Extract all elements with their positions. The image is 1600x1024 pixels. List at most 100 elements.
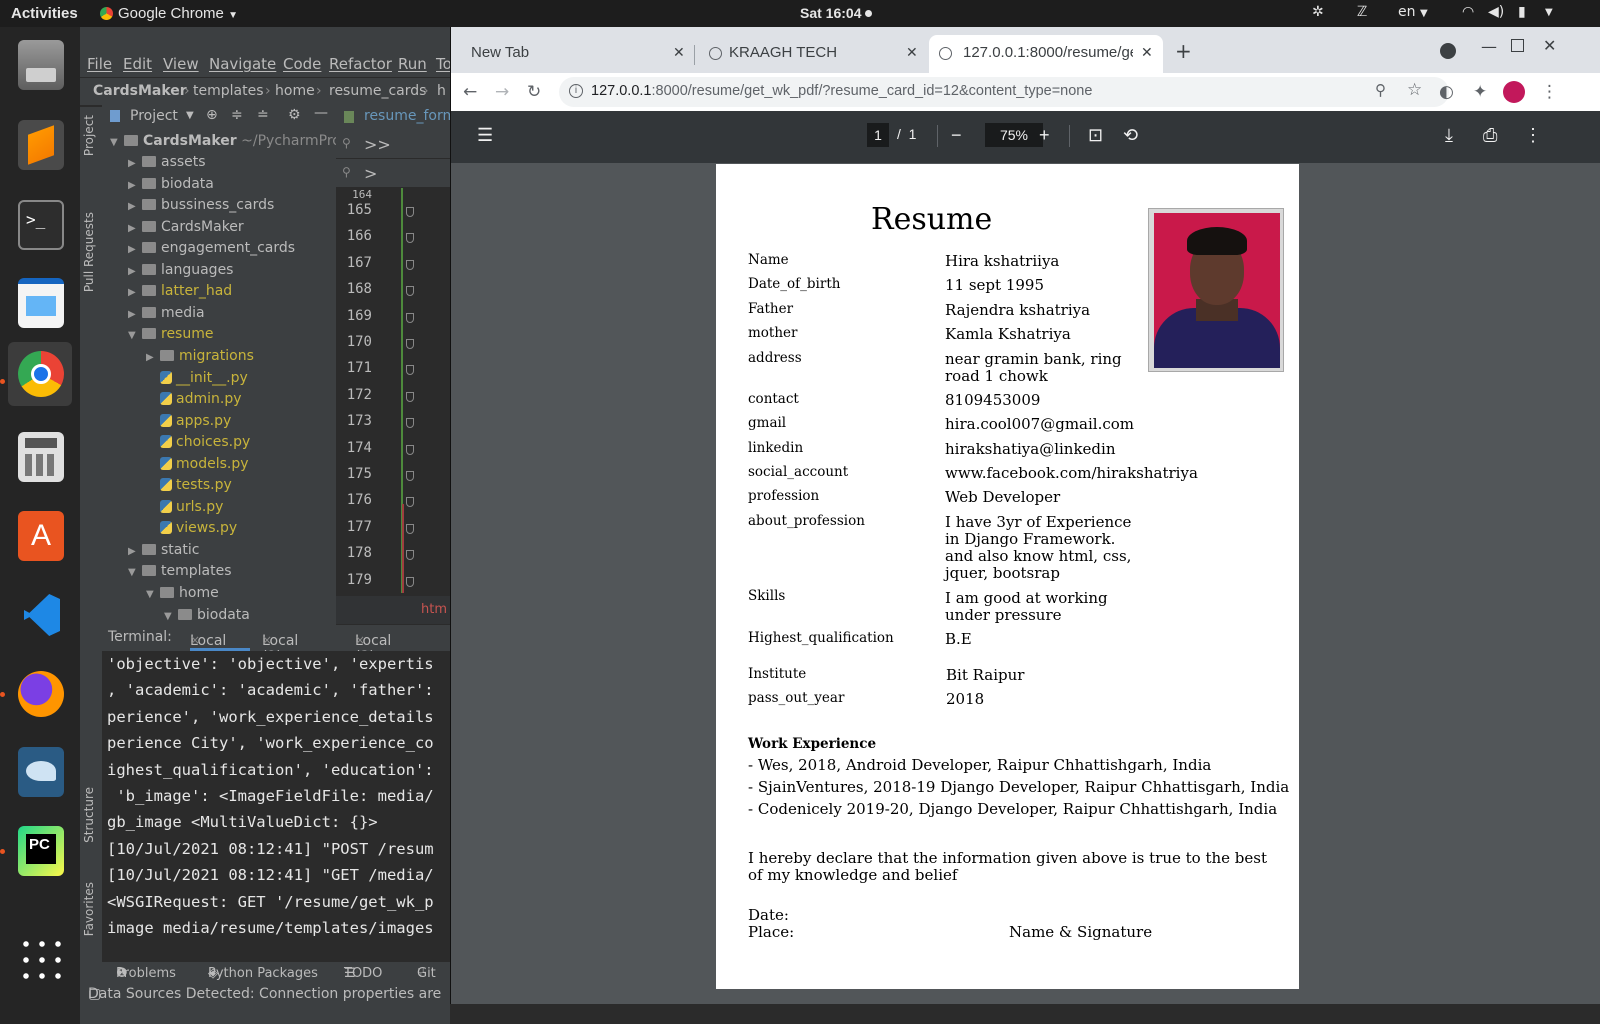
tree-item[interactable]: ▼ templates <box>128 563 232 584</box>
tree-item[interactable]: ▶ biodata <box>128 176 214 197</box>
fold-marker-icon[interactable] <box>406 550 414 561</box>
maximize-icon[interactable] <box>1511 39 1524 52</box>
close-icon[interactable]: ✕ <box>1141 44 1153 61</box>
chevron-down-icon[interactable]: ▼ <box>186 110 194 121</box>
tree-item[interactable]: urls.py <box>146 499 223 520</box>
close-window-icon[interactable]: ✕ <box>1543 36 1556 55</box>
tree-item[interactable]: ▶ CardsMaker <box>128 219 244 240</box>
favorites-tool-tab[interactable]: Favorites <box>82 882 96 936</box>
minimize-icon[interactable]: — <box>1481 37 1497 56</box>
fold-marker-icon[interactable] <box>406 444 414 455</box>
tree-item[interactable]: __init__.py <box>146 370 248 391</box>
system-menu-chevron-icon[interactable]: ▼ <box>1545 7 1553 18</box>
dock-mysql-workbench[interactable] <box>8 740 72 804</box>
tree-item[interactable]: ▶ migrations <box>146 348 254 369</box>
menu-edit[interactable]: Edit <box>123 55 152 73</box>
dock-software-center[interactable]: A <box>8 504 72 568</box>
editor-tab[interactable]: resume_form <box>336 104 450 130</box>
tree-item[interactable]: ▼ biodata <box>164 607 250 625</box>
tree-item[interactable]: ▶ latter_had <box>128 283 232 304</box>
tree-item[interactable]: views.py <box>146 520 237 541</box>
menu-run[interactable]: Run <box>398 55 427 73</box>
dock-files[interactable] <box>8 33 72 97</box>
close-icon[interactable]: × <box>190 633 200 647</box>
breadcrumb-item[interactable]: home <box>275 83 315 99</box>
pull-requests-tool-tab[interactable]: Pull Requests <box>82 212 96 292</box>
terminal-output[interactable]: 'objective': 'objective', 'expertis , 'ac… <box>102 651 450 987</box>
tree-item[interactable]: ▶ languages <box>128 262 233 283</box>
fold-marker-icon[interactable] <box>406 497 414 508</box>
tree-item[interactable]: ▶ assets <box>128 154 206 175</box>
address-bar[interactable]: i 127.0.0.1:8000/resume/get_wk_pdf/?resu… <box>559 77 1449 107</box>
dock-calculator[interactable] <box>8 425 72 489</box>
hamburger-menu-icon[interactable]: ☰ <box>477 125 493 146</box>
tree-root[interactable]: ▼ CardsMaker ~/PycharmProj <box>110 133 336 154</box>
clock[interactable]: Sat 16:04 <box>800 5 873 21</box>
dock-chrome[interactable] <box>8 342 72 406</box>
tree-item[interactable]: ▶ bussiness_cards <box>128 197 274 218</box>
dock-vscode[interactable] <box>8 583 72 647</box>
fold-marker-icon[interactable] <box>406 418 414 429</box>
fold-marker-icon[interactable] <box>406 365 414 376</box>
new-tab-button[interactable]: + <box>1175 39 1192 63</box>
fold-marker-icon[interactable] <box>406 259 414 270</box>
code-editor[interactable]: resume_form ⚲ >> ⚲ > 164 165 166 167 168 169 1… <box>336 104 450 624</box>
fold-marker-icon[interactable] <box>406 471 414 481</box>
dock-document-viewer[interactable] <box>8 271 72 335</box>
fold-marker-icon[interactable] <box>406 339 414 349</box>
zoom-icon[interactable]: ⚲ <box>1375 81 1386 99</box>
zoom-in-icon[interactable]: + <box>1039 125 1050 146</box>
close-icon[interactable]: × <box>355 633 365 647</box>
tab-kraagh-tech[interactable]: KRAAGH TECH ✕ <box>703 35 925 73</box>
tab-resume-pdf[interactable]: 127.0.0.1:8000/resume/ge ✕ <box>929 35 1163 73</box>
menu-file[interactable]: File <box>87 55 112 73</box>
breadcrumb-item[interactable]: resume_cards <box>329 83 426 99</box>
battery-icon[interactable]: ▮ <box>1518 4 1526 20</box>
bookmark-star-icon[interactable]: ☆ <box>1407 80 1422 100</box>
volume-icon[interactable]: ◀) <box>1488 4 1504 20</box>
more-menu-icon[interactable]: ⋮ <box>1541 82 1558 102</box>
extension-icon[interactable]: ◐ <box>1439 82 1454 102</box>
forward-icon[interactable]: → <box>495 82 509 102</box>
print-icon[interactable]: ⎙ <box>1483 125 1497 146</box>
tree-item[interactable]: ▼ resume <box>128 326 213 347</box>
dock-pycharm[interactable]: PC <box>8 819 72 883</box>
zoom-out-icon[interactable]: − <box>951 125 962 146</box>
structure-tool-tab[interactable]: Structure <box>82 787 96 843</box>
breadcrumb-item[interactable]: CardsMaker <box>93 83 187 99</box>
rotate-icon[interactable]: ⟲ <box>1123 125 1138 146</box>
fold-marker-icon[interactable] <box>406 312 414 323</box>
zoom-level-input[interactable]: 75% <box>985 123 1043 147</box>
page-number-input[interactable]: 1 <box>867 123 889 147</box>
project-tool-tab[interactable]: Project <box>82 115 96 156</box>
collapse-all-icon[interactable]: ≐ <box>257 107 269 123</box>
menu-code[interactable]: Code <box>283 55 321 73</box>
dock-terminal[interactable]: >_ <box>8 193 72 257</box>
menu-navigate[interactable]: Navigate <box>209 55 276 73</box>
menu-refactor[interactable]: Refactor <box>329 55 392 73</box>
dock-firefox[interactable] <box>8 662 72 726</box>
fold-marker-icon[interactable] <box>406 207 414 217</box>
fold-marker-icon[interactable] <box>406 523 414 534</box>
tree-item[interactable]: ▼ home <box>146 585 219 606</box>
avatar[interactable] <box>1503 81 1525 103</box>
wifi-icon[interactable]: ◠ <box>1462 4 1474 20</box>
gear-icon[interactable]: ⚙ <box>288 107 301 123</box>
tree-item[interactable]: ▶ engagement_cards <box>128 240 295 261</box>
app-menu[interactable]: Google Chrome ▼ <box>100 5 238 22</box>
tab-new-tab[interactable]: New Tab ✕ <box>459 35 691 73</box>
breadcrumb-item[interactable]: h <box>437 83 446 99</box>
accessibility-icon[interactable]: ✲ <box>1312 4 1324 20</box>
fold-marker-icon[interactable] <box>406 576 414 587</box>
more-actions-icon[interactable]: ⋮ <box>1524 125 1542 146</box>
expand-all-icon[interactable]: ≑ <box>231 107 243 123</box>
fold-marker-icon[interactable] <box>406 233 414 244</box>
language-selector[interactable]: en ▼ <box>1398 4 1428 20</box>
menu-view[interactable]: View <box>163 55 199 73</box>
close-icon[interactable]: ✕ <box>673 44 685 61</box>
reload-icon[interactable]: ↻ <box>527 82 541 102</box>
download-icon[interactable]: ⤓ <box>1445 125 1453 146</box>
editor-search-bar-2[interactable]: ⚲ > <box>336 159 450 187</box>
back-icon[interactable]: ← <box>463 82 477 102</box>
tree-item[interactable]: models.py <box>146 456 249 477</box>
